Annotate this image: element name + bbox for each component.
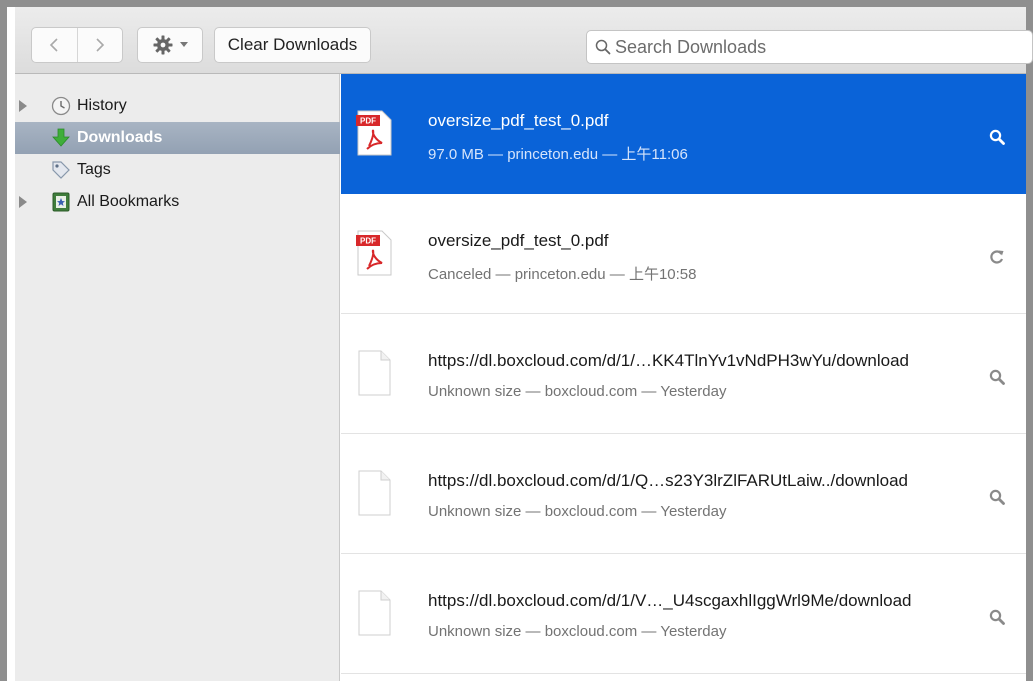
search-input[interactable]: [615, 36, 1032, 58]
search-field[interactable]: [586, 30, 1033, 64]
file-name: oversize_pdf_test_0.pdf: [428, 111, 609, 130]
disclosure-triangle-icon[interactable]: [18, 196, 28, 208]
sidebar-item-label: All Bookmarks: [77, 193, 180, 210]
forward-button[interactable]: [76, 28, 123, 62]
show-in-finder-button[interactable]: [986, 606, 1008, 628]
clock-icon: [51, 96, 71, 116]
file-name: https://dl.boxcloud.com/d/1/…KK4TlnYv1vN…: [428, 351, 909, 370]
file-name: https://dl.boxcloud.com/d/1/Q…s23Y3lrZlF…: [428, 471, 909, 490]
disclosure-triangle-icon[interactable]: [18, 100, 28, 112]
chevron-left-icon: [50, 38, 58, 52]
generic-file-icon: [358, 590, 391, 636]
sidebar-item-label: History: [77, 97, 127, 114]
pdf-file-icon: PDF: [356, 110, 392, 156]
toolbar: Clear Downloads: [15, 7, 1033, 74]
sidebar-item-tags[interactable]: Tags: [15, 154, 340, 186]
history-nav-group: [31, 27, 123, 63]
sidebar-item-downloads[interactable]: Downloads: [15, 122, 340, 154]
chevron-right-icon: [96, 38, 104, 52]
file-name: oversize_pdf_test_0.pdf: [428, 231, 609, 250]
sidebar-item-label: Tags: [77, 161, 111, 178]
chevron-down-icon: [180, 42, 188, 47]
magnifier-icon: [989, 369, 1005, 385]
file-meta: Unknown size — boxcloud.com — Yesterday: [428, 623, 727, 640]
pdf-badge-text: PDF: [360, 117, 376, 126]
download-arrow-icon: [52, 128, 70, 147]
magnifier-icon: [989, 609, 1005, 625]
download-row[interactable]: PDF oversize_pdf_test_0.pdf 97.0 MB — pr…: [341, 74, 1026, 194]
sidebar: History Downloads Tags All Bookmarks: [15, 74, 340, 681]
file-meta: Unknown size — boxcloud.com — Yesterday: [428, 383, 727, 400]
pdf-file-icon: PDF: [356, 230, 392, 276]
download-row[interactable]: PDF oversize_pdf_test_0.pdf Canceled — p…: [341, 194, 1026, 314]
download-row[interactable]: https://dl.boxcloud.com/d/1/Q…s23Y3lrZlF…: [341, 434, 1026, 554]
gear-icon: [153, 35, 173, 55]
file-meta: Canceled — princeton.edu — 上午10:58: [428, 266, 697, 283]
sidebar-item-history[interactable]: History: [15, 90, 340, 122]
clear-downloads-button[interactable]: Clear Downloads: [214, 27, 371, 63]
file-meta: Unknown size — boxcloud.com — Yesterday: [428, 503, 727, 520]
search-icon: [595, 39, 611, 55]
show-in-finder-button[interactable]: [986, 126, 1008, 148]
show-in-finder-button[interactable]: [986, 366, 1008, 388]
download-row[interactable]: https://dl.boxcloud.com/d/1/…KK4TlnYv1vN…: [341, 314, 1026, 434]
magnifier-icon: [989, 489, 1005, 505]
file-meta: 97.0 MB — princeton.edu — 上午11:06: [428, 146, 688, 163]
magnifier-icon: [989, 129, 1005, 145]
file-name: https://dl.boxcloud.com/d/1/V…_U4scgaxhl…: [428, 591, 912, 610]
show-in-finder-button[interactable]: [986, 486, 1008, 508]
download-row[interactable]: https://dl.boxcloud.com/d/1/V…_U4scgaxhl…: [341, 554, 1026, 674]
sidebar-item-all-bookmarks[interactable]: All Bookmarks: [15, 186, 340, 218]
retry-download-button[interactable]: [986, 246, 1008, 268]
back-button[interactable]: [32, 28, 77, 62]
retry-icon: [990, 250, 1004, 264]
downloads-list: PDF oversize_pdf_test_0.pdf 97.0 MB — pr…: [341, 74, 1026, 681]
pdf-badge-text: PDF: [360, 237, 376, 246]
bookmarks-icon: [52, 192, 70, 212]
downloads-window: Clear Downloads History Downloads Tags A…: [0, 0, 1033, 681]
tag-icon: [52, 161, 70, 179]
generic-file-icon: [358, 350, 391, 396]
organize-menu-button[interactable]: [137, 27, 203, 63]
sidebar-item-label: Downloads: [77, 129, 163, 146]
generic-file-icon: [358, 470, 391, 516]
